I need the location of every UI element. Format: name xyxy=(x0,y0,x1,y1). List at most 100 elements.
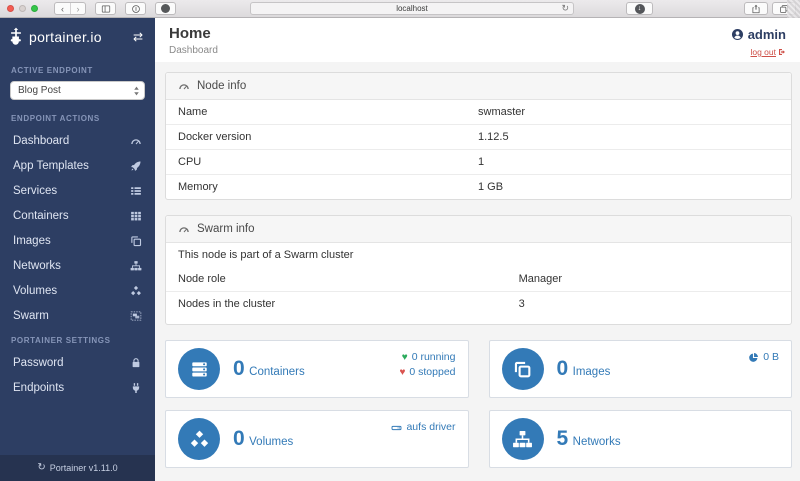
row-label: Nodes in the cluster xyxy=(166,292,507,316)
networks-label: Networks xyxy=(573,436,621,448)
server-icon xyxy=(189,359,210,380)
sidebar-item-label: Images xyxy=(13,235,51,247)
sidebar-item-app-templates[interactable]: App Templates xyxy=(0,153,155,178)
table-row: Name swmaster xyxy=(166,100,791,124)
sidebar-item-containers[interactable]: Containers xyxy=(0,203,155,228)
sitemap-icon xyxy=(130,260,142,272)
page-header: Home Dashboard admin log out xyxy=(155,18,800,62)
cubes-icon xyxy=(189,429,210,450)
containers-card[interactable]: 0 Containers ♥ 0 running ♥ 0 stopped xyxy=(165,340,469,398)
images-card[interactable]: 0 Images 0 B xyxy=(489,340,793,398)
row-label: Name xyxy=(166,100,466,124)
circle-line-icon xyxy=(131,4,141,14)
sidebar-item-label: Services xyxy=(13,185,57,197)
downloads-button[interactable]: ↓ xyxy=(626,2,653,15)
row-value: swmaster xyxy=(466,100,537,124)
forward-icon[interactable]: › xyxy=(70,3,85,14)
sign-out-icon xyxy=(778,48,786,56)
swarm-cluster-note: This node is part of a Swarm cluster xyxy=(166,243,791,267)
collapse-sidebar-icon[interactable]: ⇄ xyxy=(133,31,143,43)
extension-button[interactable] xyxy=(155,2,176,15)
share-icon xyxy=(751,4,761,14)
refresh-icon[interactable]: ↻ xyxy=(561,3,569,14)
minimize-window-button[interactable] xyxy=(19,5,26,12)
main-content: Home Dashboard admin log out Node info N… xyxy=(155,18,800,481)
row-label: Memory xyxy=(166,175,466,199)
user-box: admin log out xyxy=(731,27,786,60)
sidebar: portainer.io ⇄ ACTIVE ENDPOINT Blog Post… xyxy=(0,18,155,481)
list-icon xyxy=(130,185,142,197)
nav-buttons: ‹ › xyxy=(54,2,86,15)
hdd-icon xyxy=(391,422,402,433)
logo-text: portainer.io xyxy=(29,29,102,45)
user-circle-icon xyxy=(731,28,744,41)
table-row: CPU 1 xyxy=(166,149,791,174)
endpoint-select[interactable]: Blog Post xyxy=(10,81,145,100)
sidebar-item-services[interactable]: Services xyxy=(0,178,155,203)
zoom-window-button[interactable] xyxy=(31,5,38,12)
heartbeat-red-icon: ♥ xyxy=(399,368,405,378)
sidebar-item-label: Password xyxy=(13,357,64,369)
node-info-header: Node info xyxy=(166,73,791,100)
select-caret-icon xyxy=(133,85,140,100)
volumes-card[interactable]: 0 Volumes aufs driver xyxy=(165,410,469,468)
sidebar-item-swarm[interactable]: Swarm xyxy=(0,303,155,328)
networks-count: 5 xyxy=(557,427,569,450)
panel-title: Swarm info xyxy=(197,223,255,235)
sidebar-item-label: Containers xyxy=(13,210,69,222)
tachometer-icon xyxy=(178,80,190,92)
grid-icon xyxy=(130,210,142,222)
refresh-icon: ↻ xyxy=(37,463,45,473)
sidebar-toggle-button[interactable] xyxy=(95,2,116,15)
volumes-driver: aufs driver xyxy=(406,420,455,435)
object-group-icon xyxy=(130,310,142,322)
table-row: Nodes in the cluster 3 xyxy=(166,291,791,316)
sidebar-item-images[interactable]: Images xyxy=(0,228,155,253)
portainer-logo-icon xyxy=(8,27,24,47)
clone-icon xyxy=(512,359,533,380)
endpoint-actions-label: ENDPOINT ACTIONS xyxy=(0,106,155,128)
row-value: 1.12.5 xyxy=(466,125,521,149)
node-info-table: Name swmaster Docker version 1.12.5 CPU … xyxy=(166,100,791,199)
sidebar-footer: ↻ Portainer v1.11.0 xyxy=(0,455,155,481)
username: admin xyxy=(748,27,786,42)
sidebar-item-label: Swarm xyxy=(13,310,49,322)
sitemap-icon xyxy=(512,429,533,450)
lock-icon xyxy=(130,357,142,369)
sidebar-item-dashboard[interactable]: Dashboard xyxy=(0,128,155,153)
logout-label: log out xyxy=(750,47,776,57)
containers-details: ♥ 0 running ♥ 0 stopped xyxy=(399,350,455,380)
table-row: Memory 1 GB xyxy=(166,174,791,199)
reader-button[interactable] xyxy=(125,2,146,15)
row-value: Manager xyxy=(507,267,574,291)
sidebar-item-label: Volumes xyxy=(13,285,57,297)
images-label: Images xyxy=(573,366,611,378)
sidebar-panel-icon xyxy=(101,4,111,14)
page-title: Home xyxy=(169,25,786,42)
volumes-details: aufs driver xyxy=(391,420,455,435)
clone-icon xyxy=(130,235,142,247)
sidebar-item-endpoints[interactable]: Endpoints xyxy=(0,375,155,400)
sidebar-item-label: Dashboard xyxy=(13,135,69,147)
table-row: Docker version 1.12.5 xyxy=(166,124,791,149)
close-window-button[interactable] xyxy=(7,5,14,12)
dashboard-cards: 0 Containers ♥ 0 running ♥ 0 stopped xyxy=(165,340,792,468)
sidebar-item-password[interactable]: Password xyxy=(0,350,155,375)
sidebar-item-networks[interactable]: Networks xyxy=(0,253,155,278)
window-corner xyxy=(787,0,800,18)
back-icon[interactable]: ‹ xyxy=(55,3,70,14)
browser-toolbar: ‹ › localhost ↻ ↓ xyxy=(0,0,800,18)
swarm-info-panel: Swarm info This node is part of a Swarm … xyxy=(165,215,792,325)
logo[interactable]: portainer.io ⇄ xyxy=(0,18,155,57)
sidebar-item-label: Networks xyxy=(13,260,61,272)
sidebar-item-volumes[interactable]: Volumes xyxy=(0,278,155,303)
swarm-info-header: Swarm info xyxy=(166,216,791,243)
networks-card[interactable]: 5 Networks xyxy=(489,410,793,468)
logout-link[interactable]: log out xyxy=(750,47,786,57)
tachometer-icon xyxy=(178,223,190,235)
row-label: Docker version xyxy=(166,125,466,149)
share-button[interactable] xyxy=(744,2,768,15)
url-text: localhost xyxy=(396,4,428,13)
cubes-icon xyxy=(130,285,142,297)
address-bar[interactable]: localhost ↻ xyxy=(250,2,574,15)
